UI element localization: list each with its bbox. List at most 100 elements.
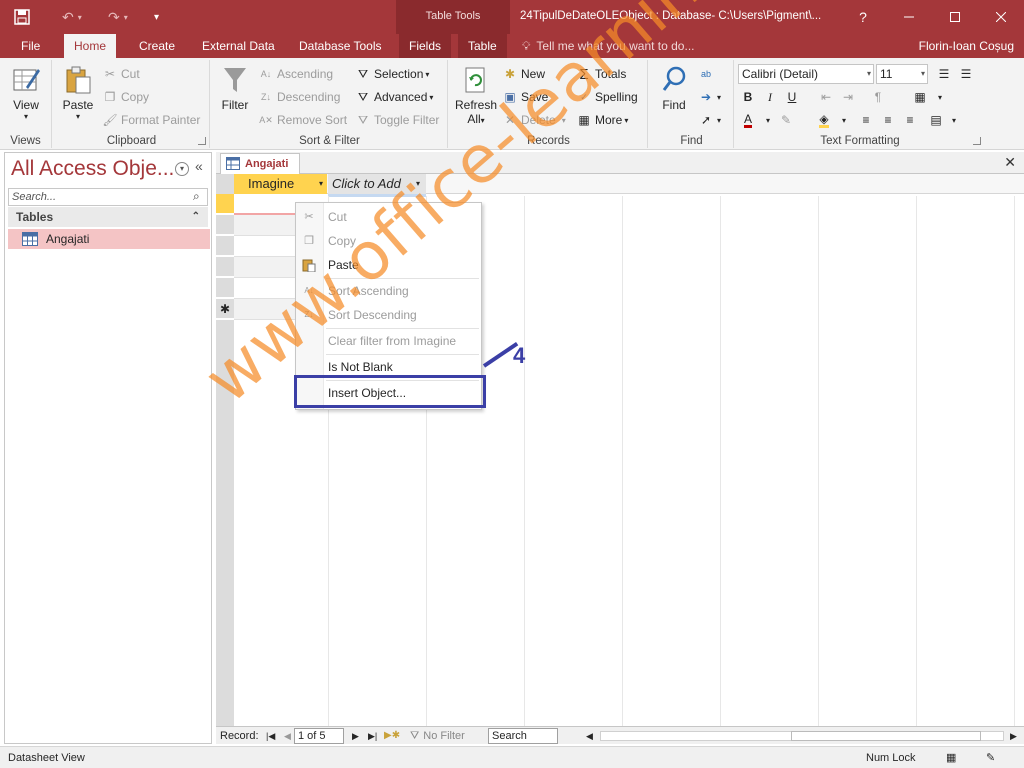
- minimize-button[interactable]: [886, 0, 932, 34]
- nav-item-angajati[interactable]: Angajati: [8, 229, 210, 249]
- underline-button[interactable]: U: [782, 87, 802, 107]
- align-left-icon[interactable]: ≡: [856, 110, 876, 130]
- font-size-value: 11: [880, 67, 893, 81]
- select-all-corner[interactable]: [216, 174, 234, 194]
- maximize-button[interactable]: [932, 0, 978, 34]
- paste-button[interactable]: Paste ▾: [60, 64, 96, 121]
- save-icon[interactable]: [14, 0, 30, 34]
- numbering-icon[interactable]: ☰: [956, 64, 976, 84]
- user-name[interactable]: Florin-Ioan Coșug: [919, 34, 1014, 58]
- font-color-icon[interactable]: A: [738, 110, 758, 130]
- previous-record-icon[interactable]: ◀: [284, 727, 291, 745]
- alternate-row-dropdown-icon[interactable]: ▾: [944, 110, 964, 130]
- row-selector[interactable]: [216, 236, 234, 256]
- nav-group-label: Tables: [16, 210, 54, 224]
- first-record-icon[interactable]: |◀: [266, 727, 275, 745]
- sort-descending-button[interactable]: Z↓ Descending: [258, 87, 340, 107]
- tab-create[interactable]: Create: [129, 34, 185, 58]
- filter-button[interactable]: Filter: [218, 64, 252, 112]
- select-button[interactable]: ➚ ▾: [698, 110, 721, 130]
- copy-button[interactable]: ❐ Copy: [102, 87, 149, 107]
- shutter-bar-icon[interactable]: «: [195, 158, 203, 174]
- view-icon: [11, 64, 41, 96]
- nav-menu-dropdown-icon[interactable]: ▾: [175, 162, 189, 176]
- horizontal-scroll-thumb[interactable]: [791, 731, 981, 741]
- help-button[interactable]: ?: [840, 0, 886, 34]
- grid-line: [916, 196, 917, 726]
- gridlines-icon[interactable]: ▦: [910, 87, 930, 107]
- customize-qat-icon[interactable]: ▾: [154, 0, 159, 34]
- close-window-button[interactable]: [978, 0, 1024, 34]
- background-color-dropdown-icon[interactable]: ▾: [834, 110, 854, 130]
- bold-button[interactable]: B: [738, 87, 758, 107]
- group-find: Find ab ➔ ▾ ➚ ▾ Find: [650, 60, 734, 148]
- scroll-left-icon[interactable]: ◀: [586, 727, 593, 745]
- close-document-icon[interactable]: ✕: [1004, 154, 1016, 171]
- tab-home[interactable]: Home: [64, 34, 117, 58]
- nav-group-tables[interactable]: Tables ⌃: [8, 207, 208, 227]
- selection-button[interactable]: ⛛ Selection ▾: [355, 64, 429, 84]
- goto-button[interactable]: ➔ ▾: [698, 87, 721, 107]
- search-icon[interactable]: ⌕: [193, 189, 200, 204]
- replace-button[interactable]: ab: [698, 64, 717, 84]
- alternate-row-color-icon[interactable]: ▤: [926, 110, 946, 130]
- column-dropdown-icon[interactable]: ▾: [319, 174, 323, 194]
- new-row-selector[interactable]: ✱: [216, 299, 234, 319]
- decrease-indent-icon[interactable]: ⇤: [816, 87, 836, 107]
- cut-button[interactable]: ✂ Cut: [102, 64, 140, 84]
- datasheet-view-icon[interactable]: ▦: [946, 747, 956, 768]
- column-header-imagine[interactable]: Imagine ▾: [234, 174, 327, 194]
- background-color-icon[interactable]: ◈: [814, 110, 834, 130]
- tab-fields[interactable]: Fields: [399, 34, 452, 58]
- align-center-icon[interactable]: ≡: [878, 110, 898, 130]
- remove-sort-button[interactable]: A✕ Remove Sort: [258, 110, 347, 130]
- row-selector[interactable]: [216, 257, 234, 277]
- gridlines-dropdown-icon[interactable]: ▾: [930, 87, 950, 107]
- view-dropdown-icon: ▾: [23, 112, 28, 121]
- refresh-icon: [461, 64, 491, 96]
- highlight-icon[interactable]: ✎: [776, 110, 796, 130]
- current-record-input[interactable]: 1 of 5: [294, 728, 344, 744]
- paragraph-icon[interactable]: ¶: [868, 87, 888, 107]
- tab-database-tools[interactable]: Database Tools: [289, 34, 392, 58]
- collapse-group-icon[interactable]: ⌃: [192, 207, 200, 227]
- bullets-icon[interactable]: ☰: [934, 64, 954, 84]
- document-tab-label: Angajati: [245, 158, 289, 170]
- redo-icon[interactable]: ↷ ▾: [108, 0, 128, 34]
- next-record-icon[interactable]: ▶: [352, 727, 359, 745]
- scroll-right-icon[interactable]: ▶: [1010, 727, 1017, 745]
- italic-button[interactable]: I: [760, 87, 780, 107]
- title-bar: ↶ ▾ ↷ ▾ ▾ Table Tools 24TipulDeDateOLEObje…: [0, 0, 1024, 58]
- nav-pane-title[interactable]: All Access Obje...: [11, 157, 174, 181]
- record-search-input[interactable]: Search: [488, 728, 558, 744]
- row-selector[interactable]: [216, 215, 234, 235]
- find-button[interactable]: Find: [656, 64, 692, 112]
- advanced-label: Advanced: [374, 90, 428, 104]
- font-color-dropdown-icon[interactable]: ▾: [758, 110, 778, 130]
- design-view-icon[interactable]: ✎: [986, 747, 995, 768]
- clipboard-launcher-icon[interactable]: [198, 137, 206, 145]
- font-size-combo[interactable]: 11 ▾: [876, 64, 928, 84]
- new-record-nav-icon[interactable]: ▶✱: [384, 727, 400, 745]
- document-tab-angajati[interactable]: Angajati: [220, 153, 300, 174]
- advanced-filter-icon: ⛛: [357, 89, 369, 104]
- row-selector[interactable]: [216, 278, 234, 298]
- tab-external-data[interactable]: External Data: [192, 34, 285, 58]
- tab-file[interactable]: File: [11, 34, 50, 58]
- view-button[interactable]: View ▾: [8, 64, 44, 121]
- advanced-button[interactable]: ⛛ Advanced ▾: [355, 87, 433, 107]
- sort-ascending-button[interactable]: A↓ Ascending: [258, 64, 333, 84]
- increase-indent-icon[interactable]: ⇥: [838, 87, 858, 107]
- undo-icon[interactable]: ↶ ▾: [62, 0, 82, 34]
- tab-table[interactable]: Table: [458, 34, 507, 58]
- last-record-icon[interactable]: ▶|: [368, 727, 377, 745]
- row-selector[interactable]: [216, 194, 234, 214]
- advanced-dropdown-icon: ▾: [429, 92, 434, 102]
- font-name-combo[interactable]: Calibri (Detail) ▾: [738, 64, 874, 84]
- align-right-icon[interactable]: ≡: [900, 110, 920, 130]
- toggle-filter-button[interactable]: ⛛ Toggle Filter: [355, 110, 439, 130]
- format-painter-button[interactable]: 🖌︎ Format Painter: [102, 110, 200, 130]
- no-filter-indicator[interactable]: ⛛ No Filter: [410, 727, 465, 745]
- nav-search-input[interactable]: Search...: [8, 188, 208, 206]
- text-formatting-launcher-icon[interactable]: [973, 137, 981, 145]
